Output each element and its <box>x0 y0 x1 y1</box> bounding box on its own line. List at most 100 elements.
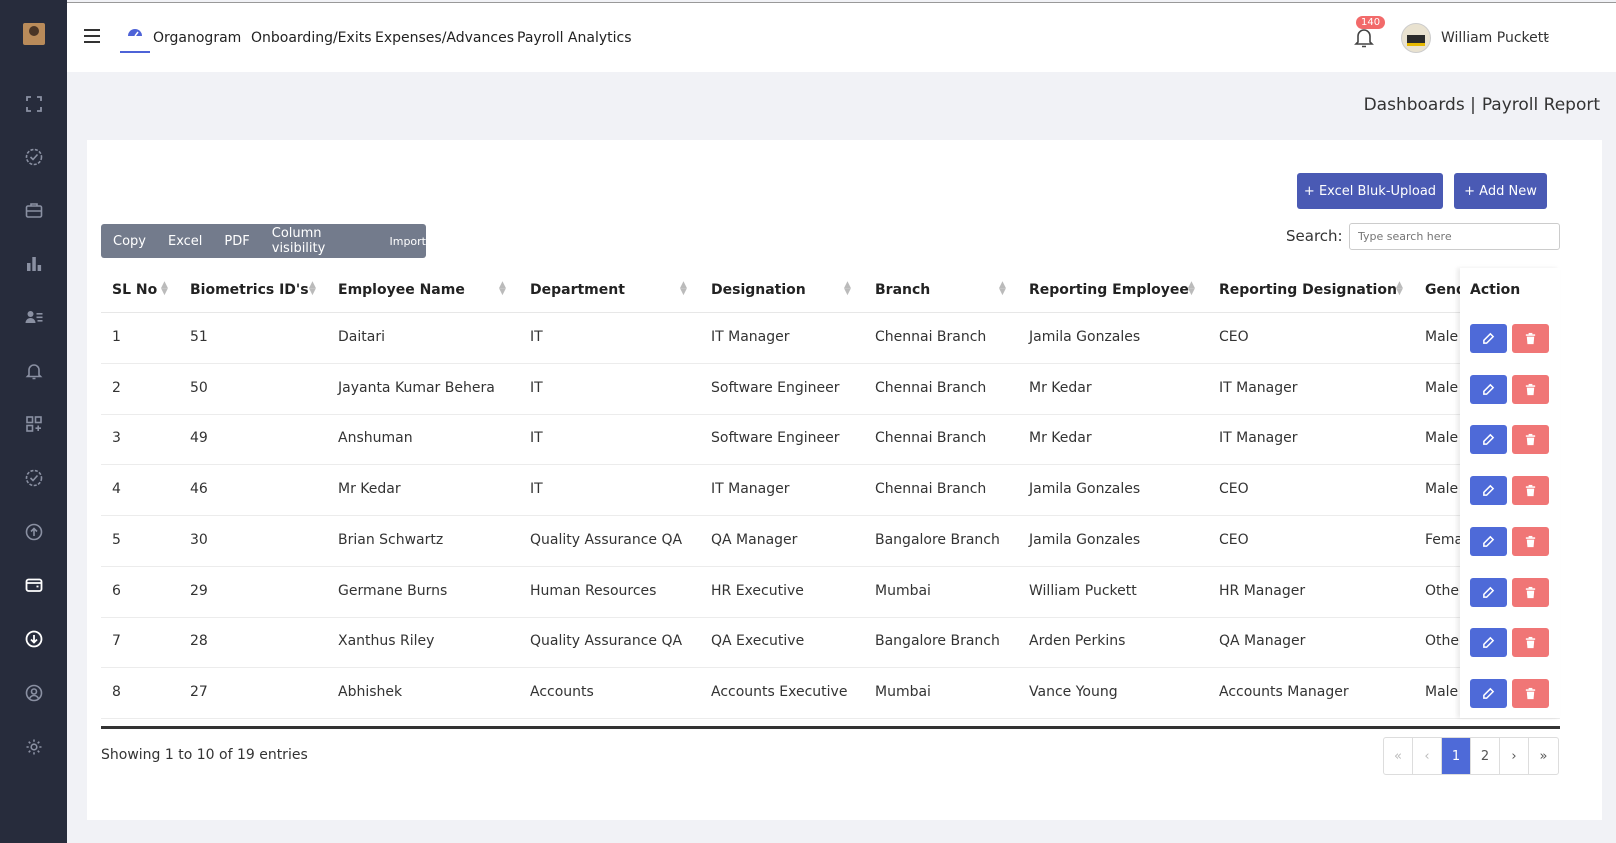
column-visibility-button[interactable]: Column visibility <box>272 226 368 256</box>
header-biometrics-id[interactable]: Biometrics ID's <box>190 282 309 298</box>
briefcase-icon[interactable] <box>23 199 45 221</box>
notification-bell-icon[interactable] <box>1354 27 1376 49</box>
bar-chart-icon[interactable] <box>23 253 45 275</box>
upload-circle-icon[interactable] <box>23 521 45 543</box>
cell-reporting-designation: CEO <box>1219 531 1249 548</box>
apps-add-icon[interactable] <box>23 413 45 435</box>
download-circle-icon[interactable] <box>23 628 45 650</box>
sort-icon[interactable]: ▲ ▼ <box>844 281 851 297</box>
export-button-group: Copy Excel PDF Column visibility Import <box>101 224 426 258</box>
header-gender[interactable]: Gend <box>1425 282 1461 298</box>
cell-sl-no: 5 <box>112 531 121 548</box>
cell-branch: Bangalore Branch <box>875 633 1000 650</box>
cell-department: Quality Assurance QA <box>530 531 683 548</box>
sort-icon[interactable]: ▲ ▼ <box>1188 281 1195 297</box>
excel-button[interactable]: Excel <box>168 234 202 249</box>
cell-employee-name: Mr Kedar <box>338 481 401 498</box>
cell-department: IT <box>530 430 543 447</box>
last-page-button[interactable]: » <box>1529 738 1558 774</box>
cell-reporting-employee: Jamila Gonzales <box>1029 481 1141 498</box>
wallet-icon[interactable] <box>23 574 45 596</box>
check-badge-icon[interactable] <box>23 146 45 168</box>
edit-button[interactable] <box>1470 476 1507 506</box>
edit-icon <box>1483 484 1495 496</box>
import-button[interactable]: Import <box>389 235 426 248</box>
header-sl-no[interactable]: SL No <box>112 282 157 298</box>
cell-reporting-employee: Mr Kedar <box>1029 430 1092 447</box>
sort-icon[interactable]: ▲ ▼ <box>1396 281 1403 297</box>
header-reporting-employee[interactable]: Reporting Employee <box>1029 282 1189 298</box>
header-department[interactable]: Department <box>530 282 625 298</box>
cell-department: IT <box>530 329 543 345</box>
nav-onboarding-exits[interactable]: Onboarding/Exits <box>251 30 372 46</box>
delete-button[interactable] <box>1512 526 1549 556</box>
delete-button[interactable] <box>1512 374 1549 404</box>
menu-toggle-icon[interactable] <box>84 29 100 43</box>
delete-button[interactable] <box>1512 678 1549 708</box>
nav-organogram[interactable]: Organogram <box>153 30 241 46</box>
breadcrumb-dashboards[interactable]: Dashboards | <box>1364 95 1476 115</box>
cell-biometric-id: 50 <box>190 379 208 396</box>
excel-bulk-upload-button[interactable]: + Excel Bluk-Upload <box>1297 173 1443 209</box>
delete-button[interactable] <box>1512 324 1549 353</box>
table-scrollbar[interactable] <box>101 726 1560 729</box>
delete-button[interactable] <box>1512 628 1549 658</box>
table-row: 4 46 Mr Kedar IT IT Manager Chennai Branch Jam… <box>101 465 1560 517</box>
header-branch[interactable]: Branch <box>875 282 930 298</box>
prev-page-button[interactable]: ‹ <box>1413 738 1442 774</box>
dashboard-nav-icon[interactable] <box>120 25 150 53</box>
user-circle-icon[interactable] <box>23 682 45 704</box>
copy-button[interactable]: Copy <box>113 234 146 249</box>
header-designation[interactable]: Designation <box>711 282 806 298</box>
sort-icon[interactable]: ▲ ▼ <box>499 281 506 297</box>
cell-sl-no: 7 <box>112 633 121 650</box>
cell-designation: Software Engineer <box>711 379 840 396</box>
sort-icon[interactable]: ▲ ▼ <box>161 281 168 297</box>
cell-biometric-id: 29 <box>190 582 208 599</box>
edit-button[interactable] <box>1470 526 1507 556</box>
search-input[interactable] <box>1349 223 1560 250</box>
delete-button[interactable] <box>1512 425 1549 455</box>
users-list-icon[interactable] <box>23 306 45 328</box>
edit-button[interactable] <box>1470 425 1507 455</box>
edit-button[interactable] <box>1470 577 1507 607</box>
edit-button[interactable] <box>1470 628 1507 658</box>
sort-icon[interactable]: ▲ ▼ <box>680 281 687 297</box>
cell-gender: Male <box>1425 379 1459 396</box>
fullscreen-icon[interactable] <box>23 93 45 115</box>
payroll-report-card: + Excel Bluk-Upload + Add New Copy Excel… <box>87 140 1602 820</box>
delete-button[interactable] <box>1512 476 1549 506</box>
add-new-button[interactable]: + Add New <box>1454 173 1547 209</box>
cell-branch: Chennai Branch <box>875 481 987 498</box>
app-logo[interactable] <box>23 23 45 45</box>
delete-button[interactable] <box>1512 577 1549 607</box>
nav-expenses-advances[interactable]: Expenses/Advances <box>375 30 514 46</box>
user-name[interactable]: William Puckett <box>1441 30 1549 46</box>
chevron-down-icon[interactable]: ⌄ <box>1542 29 1551 42</box>
verified-icon[interactable] <box>23 467 45 489</box>
next-page-button[interactable]: › <box>1500 738 1529 774</box>
cell-designation: IT Manager <box>711 329 790 345</box>
trash-icon <box>1525 637 1536 649</box>
sort-icon[interactable]: ▲ ▼ <box>999 281 1006 297</box>
entries-info: Showing 1 to 10 of 19 entries <box>101 747 308 763</box>
cell-department: Human Resources <box>530 582 657 599</box>
edit-button[interactable] <box>1470 324 1507 353</box>
cell-reporting-designation: HR Manager <box>1219 582 1306 599</box>
sort-icon[interactable]: ▲ ▼ <box>309 281 316 297</box>
header-employee-name[interactable]: Employee Name <box>338 282 465 298</box>
user-avatar[interactable] <box>1401 23 1431 53</box>
nav-payroll-analytics[interactable]: Payroll Analytics <box>517 30 632 46</box>
header-reporting-designation[interactable]: Reporting Designation <box>1219 282 1397 298</box>
cell-branch: Chennai Branch <box>875 430 987 447</box>
table-row: 2 50 Jayanta Kumar Behera IT Software Engine… <box>101 364 1560 415</box>
first-page-button[interactable]: « <box>1384 738 1413 774</box>
page-1-button[interactable]: 1 <box>1442 738 1471 774</box>
edit-button[interactable] <box>1470 374 1507 404</box>
cell-sl-no: 6 <box>112 582 121 599</box>
bell-icon[interactable] <box>23 360 45 382</box>
page-2-button[interactable]: 2 <box>1471 738 1500 774</box>
pdf-button[interactable]: PDF <box>224 234 249 249</box>
settings-icon[interactable] <box>23 736 45 758</box>
edit-button[interactable] <box>1470 678 1507 708</box>
